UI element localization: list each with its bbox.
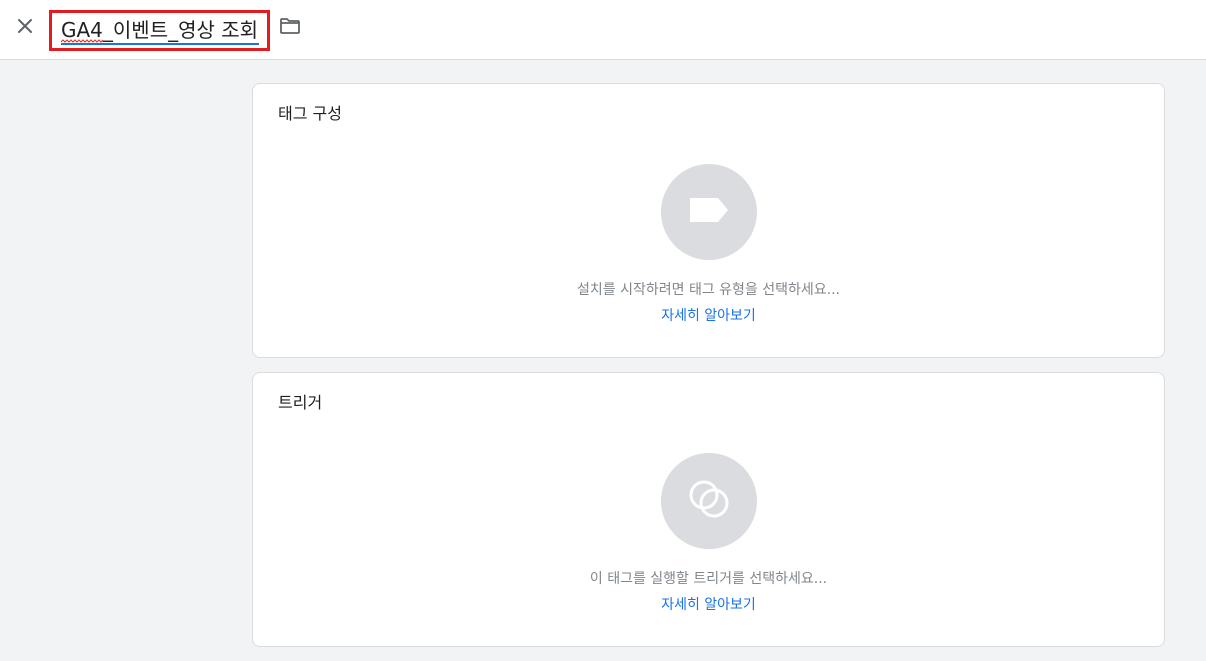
trigger-hint: 이 태그를 실행할 트리거를 선택하세요...: [589, 571, 828, 587]
close-button[interactable]: [12, 15, 38, 41]
trigger-learn-more-link[interactable]: 자세히 알아보기: [661, 594, 756, 614]
tag-icon: [689, 197, 729, 227]
trigger-icon: [687, 477, 731, 525]
tag-configuration-card[interactable]: 태그 구성 설치를 시작하려면 태그 유형을 선택하세요... 자세히 알아보기: [252, 83, 1165, 358]
triggering-card[interactable]: 트리거 이 태그를 실행할 트리거를 선택하세요... 자세히 알아보기: [252, 372, 1165, 647]
tag-config-hint: 설치를 시작하려면 태그 유형을 선택하세요...: [577, 282, 840, 298]
trigger-icon-circle: [660, 453, 757, 549]
top-bar: GA4_이벤트_영상 조회: [0, 0, 1206, 60]
tag-learn-more-link[interactable]: 자세히 알아보기: [661, 305, 756, 325]
trigger-placeholder[interactable]: 이 태그를 실행할 트리거를 선택하세요... 자세히 알아보기: [253, 453, 1164, 614]
tag-name-input[interactable]: GA4_이벤트_영상 조회: [61, 17, 259, 45]
folder-button[interactable]: [278, 17, 302, 39]
triggering-title: 트리거: [278, 393, 323, 412]
close-icon: [16, 17, 34, 39]
tag-configuration-title: 태그 구성: [278, 104, 342, 123]
tag-type-placeholder[interactable]: 설치를 시작하려면 태그 유형을 선택하세요... 자세히 알아보기: [253, 164, 1164, 325]
spellcheck-underline: [61, 39, 103, 43]
folder-icon: [279, 17, 301, 39]
tag-icon-circle: [660, 164, 757, 260]
tag-name-highlight: GA4_이벤트_영상 조회: [49, 10, 270, 51]
